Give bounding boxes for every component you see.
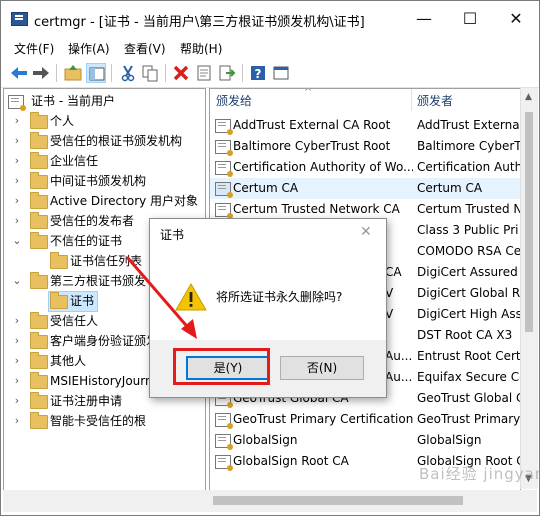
export-icon[interactable] [217,63,237,83]
chevron-right-icon[interactable]: › [11,311,23,331]
folder-icon [30,272,48,289]
toolbar-separator [165,64,166,82]
folder-icon [30,192,48,209]
chevron-right-icon[interactable]: › [11,411,23,431]
table-row[interactable]: GlobalSign GlobalSign [210,430,520,451]
certificate-icon [215,434,233,450]
forward-arrow-icon[interactable] [31,63,51,83]
chevron-right-icon[interactable]: › [11,191,23,211]
toolbar-separator [242,64,243,82]
menu-view[interactable]: 查看(V) [124,40,166,57]
toolbar-separator [111,64,112,82]
certificate-icon [215,140,233,156]
dialog-close-button[interactable]: ✕ [360,224,372,240]
folder-icon [50,292,68,309]
chevron-right-icon[interactable]: › [11,171,23,191]
folder-icon [30,132,48,149]
folder-icon [30,312,48,329]
annotation-highlight-box [173,348,270,385]
horizontal-scrollbar[interactable] [3,490,537,512]
delete-icon[interactable] [171,63,191,83]
back-arrow-icon[interactable] [9,63,29,83]
column-header-issued-to[interactable]: 颁发给 [216,89,411,111]
chevron-right-icon[interactable]: › [11,331,23,351]
chevron-right-icon[interactable]: › [11,131,23,151]
properties-icon[interactable] [194,63,214,83]
scrollbar-thumb[interactable] [213,496,463,505]
cut-icon[interactable] [118,63,138,83]
window-title: certmgr - [证书 - 当前用户\第三方根证书颁发机构\证书] [34,15,365,30]
show-hide-tree-icon[interactable] [86,63,106,83]
dialog-message: 将所选证书永久删除吗? [216,290,343,304]
certificate-icon [8,95,26,111]
title-bar: certmgr - [证书 - 当前用户\第三方根证书颁发机构\证书] — ☐ … [1,1,539,37]
chevron-right-icon[interactable]: › [11,391,23,411]
console-icon[interactable] [271,63,291,83]
menu-bar: 文件(F) 操作(A) 查看(V) 帮助(H) [1,37,539,59]
scroll-up-icon[interactable]: ▲ [525,92,532,102]
table-row-selected[interactable]: Certum CA Certum CA [210,178,520,199]
copy-icon[interactable] [140,63,160,83]
menu-help[interactable]: 帮助(H) [180,40,222,57]
certmgr-window: certmgr - [证书 - 当前用户\第三方根证书颁发机构\证书] — ☐ … [0,0,540,516]
menu-action[interactable]: 操作(A) [68,40,110,57]
help-icon[interactable]: ? [248,63,268,83]
folder-icon [30,352,48,369]
certificate-icon [215,161,233,177]
certificate-icon [215,119,233,135]
minimize-button[interactable]: — [401,1,447,37]
folder-icon [30,172,48,189]
certificate-icon [215,413,233,429]
chevron-right-icon[interactable]: › [11,351,23,371]
chevron-down-icon[interactable]: ⌄ [11,231,23,251]
certmgr-app-icon [11,12,28,26]
menu-file[interactable]: 文件(F) [14,40,54,57]
table-row[interactable]: Certification Authority of Wo... Certifi… [210,157,520,178]
scrollbar-thumb[interactable] [525,112,533,332]
close-button[interactable]: ✕ [493,1,539,37]
tree-root-label: 证书 - 当前用户 [31,94,115,108]
column-divider [411,89,412,111]
folder-icon [30,372,48,389]
dialog-title: 证书 [160,228,185,242]
svg-text:?: ? [255,67,262,81]
certificate-icon [215,182,233,198]
no-button[interactable]: 否(N) [280,356,364,380]
chevron-right-icon[interactable]: › [11,151,23,171]
maximize-button[interactable]: ☐ [447,1,493,37]
toolbar-separator [56,64,57,82]
folder-icon [50,252,68,269]
vertical-scrollbar[interactable]: ▲ ▼ [520,88,538,489]
folder-icon [30,232,48,249]
certificate-icon [215,203,233,219]
folder-icon [30,412,48,429]
annotation-arrow-icon [125,256,197,339]
chevron-right-icon[interactable]: › [11,371,23,391]
folder-icon [30,212,48,229]
table-row[interactable]: AddTrust External CA Root AddTrust Exter… [210,115,520,136]
table-row[interactable]: Baltimore CyberTrust Root Baltimore Cybe… [210,136,520,157]
certificate-icon [215,455,233,471]
watermark: Bai经验 jingyan [419,465,540,483]
column-header-issued-by[interactable]: 颁发者 [417,89,517,111]
sort-arrow-icon: ^ [304,88,313,98]
up-folder-icon[interactable] [63,63,83,83]
chevron-right-icon[interactable]: › [11,211,23,231]
chevron-down-icon[interactable]: ⌄ [11,271,23,291]
folder-icon [30,392,48,409]
toolbar: ? [1,59,539,88]
table-row[interactable]: Certum Trusted Network CA Certum Trusted… [210,199,520,220]
folder-icon [30,332,48,349]
chevron-right-icon[interactable]: › [11,111,23,131]
table-row[interactable]: GeoTrust Primary Certification... GeoTru… [210,409,520,430]
folder-icon [30,112,48,129]
folder-icon [30,152,48,169]
